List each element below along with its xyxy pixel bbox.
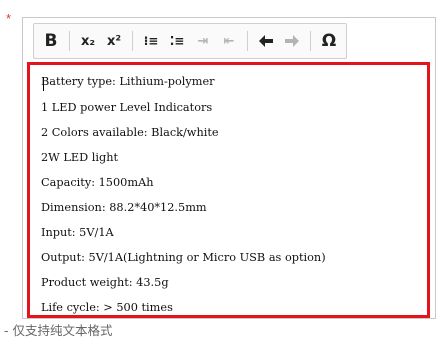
redo-icon bbox=[285, 35, 299, 47]
content-line: Output: 5V/1A(Lightning or Micro USB as … bbox=[41, 251, 326, 264]
content-line: Life cycle: > 500 times bbox=[41, 301, 173, 314]
content-line: Input: 5V/1A bbox=[41, 226, 114, 239]
undo-button[interactable] bbox=[255, 28, 277, 54]
editor-content-area[interactable]: Battery type: Lithium-polymer 1 LED powe… bbox=[27, 62, 430, 318]
toolbar-divider bbox=[132, 31, 133, 51]
special-character-button[interactable]: Ω bbox=[318, 28, 340, 54]
content-line: Product weight: 43.5g bbox=[41, 276, 169, 289]
content-line: Battery type: Lithium-polymer bbox=[41, 75, 215, 88]
content-line: 2 Colors available: Black/white bbox=[41, 126, 219, 139]
undo-icon bbox=[259, 35, 273, 47]
superscript-button[interactable]: x² bbox=[103, 28, 125, 54]
subscript-button[interactable]: x₂ bbox=[77, 28, 99, 54]
rich-text-editor: B x₂ x² ⁝≡ ⁚≡ ⇥ ⇤ Ω Battery type: Lithiu… bbox=[22, 17, 436, 319]
toolbar-divider bbox=[310, 31, 311, 51]
toolbar-divider bbox=[247, 31, 248, 51]
bold-button[interactable]: B bbox=[40, 28, 62, 54]
outdent-button[interactable]: ⇤ bbox=[218, 28, 240, 54]
redo-button[interactable] bbox=[281, 28, 303, 54]
unordered-list-button[interactable]: ⁚≡ bbox=[166, 28, 188, 54]
plain-text-hint: - 仅支持纯文本格式 bbox=[4, 323, 113, 338]
editor-toolbar: B x₂ x² ⁝≡ ⁚≡ ⇥ ⇤ Ω bbox=[33, 23, 347, 59]
content-line: 2W LED light bbox=[41, 151, 119, 164]
required-mark: * bbox=[6, 11, 12, 26]
content-line: 1 LED power Level Indicators bbox=[41, 101, 213, 114]
toolbar-divider bbox=[69, 31, 70, 51]
content-line: Capacity: 1500mAh bbox=[41, 176, 154, 189]
ordered-list-button[interactable]: ⁝≡ bbox=[140, 28, 162, 54]
indent-button[interactable]: ⇥ bbox=[192, 28, 214, 54]
content-line: Dimension: 88.2*40*12.5mm bbox=[41, 201, 207, 214]
